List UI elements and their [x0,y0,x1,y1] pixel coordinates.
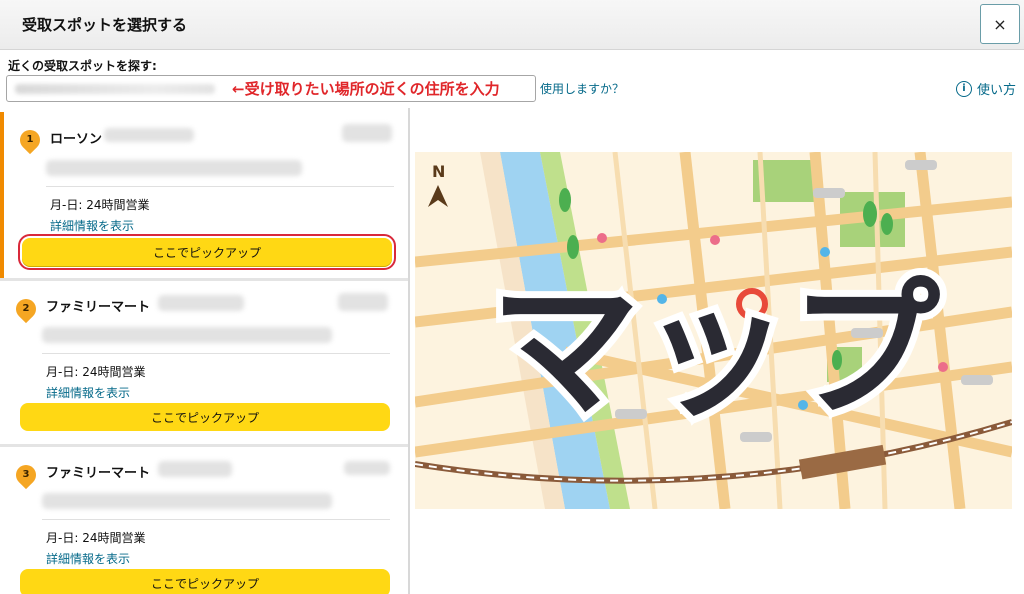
spot-card[interactable]: 3 ファミリーマート 月-日: 24時間営業 詳細情報を表示 ここでピックアップ [0,447,408,594]
store-name: ローソン [50,132,103,147]
pickup-spot-list[interactable]: 1 ローソン 月-日: 24時間営業 詳細情報を表示 ここでピックアップ 2 フ… [0,108,410,594]
store-hours: 月-日: 24時間営業 [46,531,146,545]
spot-card[interactable]: 2 ファミリーマート 月-日: 24時間営業 詳細情報を表示 ここでピックアップ [0,281,408,447]
svg-text:N: N [432,162,445,181]
map-illustration: N マップ [415,152,1012,509]
dialog-header: 受取スポットを選択する × [0,0,1024,50]
blurred-distance [338,293,388,311]
info-icon: i [955,80,972,97]
pickup-here-button[interactable]: ここでピックアップ [18,234,396,270]
spot-card[interactable]: 1 ローソン 月-日: 24時間営業 詳細情報を表示 ここでピックアップ [0,112,408,278]
blurred-distance [342,124,392,142]
details-link[interactable]: 詳細情報を表示 [46,384,130,401]
blurred-address [46,160,302,176]
map-pin-icon: 2 [11,294,41,324]
help-label: 使い方 [976,83,1016,98]
store-name: ファミリーマート [46,466,151,481]
blurred-input-text [15,84,215,94]
location-question-link[interactable]: 使用しますか？ [540,80,624,97]
close-button[interactable]: × [980,4,1020,44]
map-pin-icon: 3 [11,460,41,490]
map-pin-icon: 1 [15,125,45,155]
pickup-here-button[interactable]: ここでピックアップ [20,569,390,594]
store-hours: 月-日: 24時間営業 [46,365,146,379]
details-link[interactable]: 詳細情報を表示 [46,550,130,567]
help-link[interactable]: i 使い方 [955,79,1016,98]
details-link[interactable]: 詳細情報を表示 [50,217,134,234]
map-label: マップ [490,264,940,438]
dialog-title: 受取スポットを選択する [22,16,188,34]
store-name: ファミリーマート [46,300,151,315]
search-label: 近くの受取スポットを探す: [8,59,157,73]
blurred-branch [104,128,194,142]
blurred-branch [158,461,232,477]
store-hours: 月-日: 24時間営業 [50,198,150,212]
blurred-distance [344,461,390,475]
pickup-here-button[interactable]: ここでピックアップ [20,403,390,431]
blurred-address [42,493,332,509]
blurred-address [42,327,332,343]
annotation-text: ←受け取りたい場所の近くの住所を入力 [232,80,500,98]
map-panel[interactable]: N マップ [415,152,1012,509]
blurred-branch [158,295,244,311]
